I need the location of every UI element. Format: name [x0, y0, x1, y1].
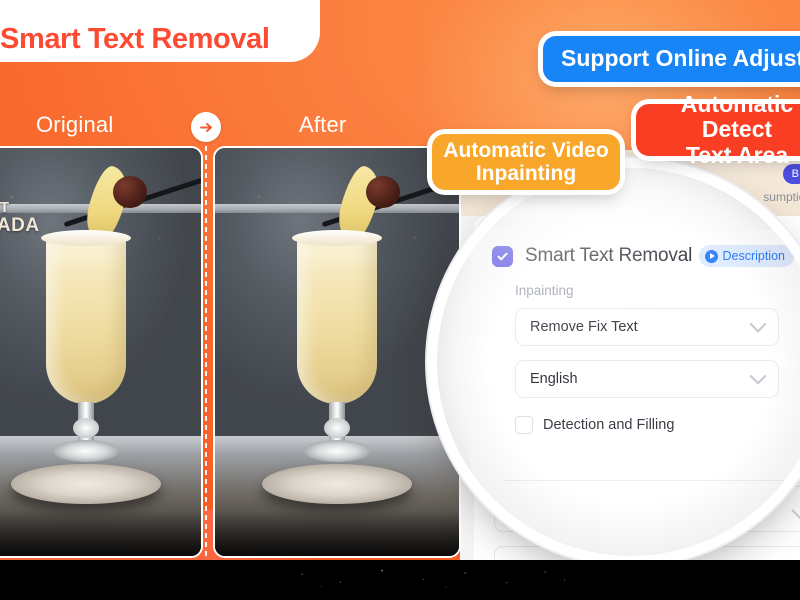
lens-content: Smart Text Removal Description Inpaintin…: [437, 168, 800, 556]
play-circle-icon: [705, 249, 719, 263]
after-image-card: [213, 146, 461, 558]
chevron-down-icon: [749, 315, 767, 333]
detection-and-filling-label: Detection and Filling: [543, 417, 675, 433]
badge-line-2: Text Area: [685, 141, 789, 168]
badge-support-online-adjustment: Support Online Adjustment: [543, 36, 800, 82]
badge-automatic-detect-text-area: Automatic Detect Text Area: [636, 91, 800, 167]
smart-text-removal-checkbox[interactable]: [492, 245, 513, 267]
original-image-card: PERFECT A COLADA: [0, 146, 203, 558]
original-image: PERFECT A COLADA: [0, 148, 201, 556]
description-button[interactable]: Description: [699, 245, 794, 267]
panel-separator: [503, 480, 800, 481]
promo-graphic: B sumption Original After: [0, 0, 800, 600]
badge-label: Automatic Video Inpainting: [443, 139, 608, 185]
badge-line-2: Inpainting: [475, 162, 577, 185]
badge-automatic-video-inpainting: Automatic Video Inpainting: [432, 134, 620, 190]
title-banner: Smart Text Removal: [0, 0, 320, 62]
badge-label: Automatic Detect Text Area: [652, 91, 800, 168]
badge-line-1: Automatic Detect: [680, 91, 794, 143]
overlay-line-1: PERFECT: [0, 199, 10, 216]
description-label: Description: [722, 249, 785, 263]
panel-header-row: Smart Text Removal Description: [492, 242, 794, 270]
original-label: Original: [36, 112, 114, 137]
original-image-text-overlay: PERFECT A COLADA: [0, 200, 40, 236]
page-title: Smart Text Removal: [0, 23, 270, 55]
comparison-divider: [205, 146, 207, 558]
overlay-line-2: A COLADA: [0, 214, 40, 236]
language-value: English: [530, 371, 578, 387]
bottom-bar: [0, 560, 800, 600]
after-label: After: [299, 112, 347, 137]
detection-and-filling-checkbox[interactable]: [515, 416, 533, 434]
badge-label: Support Online Adjustment: [561, 45, 800, 72]
chevron-down-icon: [749, 367, 767, 385]
language-select[interactable]: English: [515, 360, 779, 398]
inpainting-section-label: Inpainting: [515, 283, 574, 298]
badge-line-1: Automatic Video: [443, 138, 609, 162]
panel-title: Smart Text Removal: [525, 245, 693, 266]
smart-text-removal-panel: Smart Text Removal Description Inpaintin…: [470, 230, 800, 556]
inpainting-mode-select[interactable]: Remove Fix Text: [515, 308, 779, 346]
inpainting-mode-value: Remove Fix Text: [530, 319, 638, 335]
arrow-right-icon: [191, 112, 221, 142]
magnifier-lens: Smart Text Removal Description Inpaintin…: [437, 168, 800, 556]
after-image: [215, 148, 459, 556]
detection-and-filling-row[interactable]: Detection and Filling: [515, 416, 674, 434]
